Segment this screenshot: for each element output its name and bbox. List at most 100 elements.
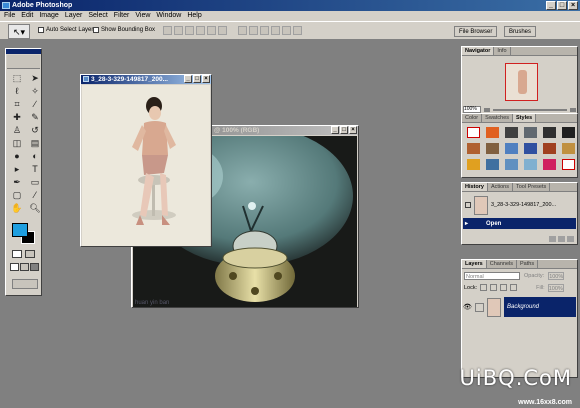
document-window-portrait[interactable]: 3_28-3-329-149817_200... _ □ × <box>80 74 212 247</box>
tab-history[interactable]: History <box>462 183 488 191</box>
tab-paths[interactable]: Paths <box>517 260 539 268</box>
layer-link-icon[interactable] <box>475 302 484 312</box>
tab-channels[interactable]: Channels <box>487 260 517 268</box>
zoom-tool-icon[interactable]: 🔍︎ <box>28 203 42 213</box>
history-brush-source-icon[interactable] <box>465 202 471 208</box>
lock-position-icon[interactable] <box>500 284 508 291</box>
eye-visibility-icon[interactable]: 👁︎ <box>463 303 472 312</box>
type-tool-icon[interactable]: T <box>28 164 42 174</box>
history-brush-tool-icon[interactable]: ↺ <box>28 125 42 135</box>
blur-tool-icon[interactable]: ● <box>10 151 24 161</box>
shape-tool-icon[interactable]: ▭ <box>28 177 42 187</box>
align-buttons[interactable] <box>163 26 227 35</box>
navigator-thumbnail[interactable] <box>505 63 538 101</box>
menu-view[interactable]: View <box>135 11 150 21</box>
marquee-tool-icon[interactable]: ⬚ <box>10 73 24 83</box>
menu-layer[interactable]: Layer <box>65 11 83 21</box>
style-swatch[interactable] <box>486 127 499 138</box>
new-snapshot-icon[interactable] <box>558 236 565 242</box>
crop-tool-icon[interactable]: ⌗ <box>10 99 24 109</box>
lock-transparent-icon[interactable] <box>480 284 488 291</box>
style-swatch[interactable] <box>543 159 556 170</box>
auto-select-layer-checkbox[interactable]: Auto Select Layer <box>38 27 93 33</box>
zoom-slider[interactable] <box>493 108 567 111</box>
gradient-tool-icon[interactable]: ▤ <box>28 138 42 148</box>
doc-minimize-button[interactable]: _ <box>331 126 339 134</box>
style-none[interactable] <box>467 127 480 138</box>
style-swatch[interactable] <box>524 143 537 154</box>
slice-tool-icon[interactable]: ∕ <box>28 99 42 109</box>
clone-stamp-tool-icon[interactable]: ♙ <box>10 125 24 135</box>
eraser-tool-icon[interactable]: ◫ <box>10 138 24 148</box>
lock-image-icon[interactable] <box>490 284 498 291</box>
new-document-icon[interactable] <box>549 236 556 242</box>
doc-close-button[interactable]: × <box>349 126 357 134</box>
tool-preset-picker[interactable]: ↖▾ <box>8 24 30 39</box>
lock-all-icon[interactable] <box>510 284 518 291</box>
brushes-tab[interactable]: Brushes <box>504 26 537 37</box>
tab-tool-presets[interactable]: Tool Presets <box>513 183 551 191</box>
file-browser-tab[interactable]: File Browser <box>454 26 498 37</box>
hand-tool-icon[interactable]: ✋ <box>10 203 24 213</box>
style-swatch[interactable] <box>467 159 480 170</box>
jump-to-imageready-icon[interactable] <box>12 279 38 289</box>
magic-wand-tool-icon[interactable]: ✧ <box>28 86 42 96</box>
layer-row-background[interactable]: 👁︎ Background <box>463 296 576 318</box>
minimize-button[interactable]: _ <box>546 1 556 10</box>
style-swatch[interactable] <box>543 127 556 138</box>
style-swatch[interactable] <box>505 127 518 138</box>
layer-name[interactable]: Background <box>504 297 576 317</box>
menu-filter[interactable]: Filter <box>114 11 130 21</box>
blend-mode-select[interactable]: Normal <box>464 272 520 280</box>
tab-info[interactable]: Info <box>494 47 511 55</box>
photoshop-logo-icon[interactable] <box>7 55 40 69</box>
style-swatch[interactable] <box>486 143 499 154</box>
brush-tool-icon[interactable]: ✎ <box>28 112 42 122</box>
close-button[interactable]: × <box>568 1 578 10</box>
style-swatch[interactable] <box>562 143 575 154</box>
style-swatch[interactable] <box>505 143 518 154</box>
doc-minimize-button[interactable]: _ <box>184 75 192 83</box>
opacity-input[interactable]: 100% <box>548 272 565 280</box>
menu-select[interactable]: Select <box>88 11 107 21</box>
portrait-canvas[interactable] <box>82 85 210 246</box>
menu-file[interactable]: File <box>4 11 15 21</box>
menu-edit[interactable]: Edit <box>21 11 33 21</box>
document-titlebar-active[interactable]: 3_28-3-329-149817_200... _ □ × <box>81 75 211 84</box>
style-swatch[interactable] <box>505 159 518 170</box>
dodge-tool-icon[interactable]: ◐ <box>28 151 42 161</box>
quick-mask-buttons[interactable] <box>12 250 38 259</box>
style-swatch[interactable] <box>562 127 575 138</box>
menu-window[interactable]: Window <box>156 11 181 21</box>
move-tool-icon[interactable]: ➤ <box>28 73 42 83</box>
zoom-input[interactable]: 100% <box>463 106 481 113</box>
style-swatch[interactable] <box>543 143 556 154</box>
maximize-button[interactable]: □ <box>557 1 567 10</box>
distribute-buttons[interactable] <box>238 26 302 35</box>
lasso-tool-icon[interactable]: ℓ <box>10 86 24 96</box>
tab-actions[interactable]: Actions <box>488 183 513 191</box>
show-bounding-box-checkbox[interactable]: Show Bounding Box <box>93 27 155 33</box>
style-swatch[interactable] <box>524 127 537 138</box>
pen-tool-icon[interactable]: ✒ <box>10 177 24 187</box>
menu-help[interactable]: Help <box>187 11 201 21</box>
fill-input[interactable]: 100% <box>547 284 564 292</box>
tab-navigator[interactable]: Navigator <box>462 47 495 55</box>
doc-maximize-button[interactable]: □ <box>193 75 201 83</box>
style-swatch[interactable] <box>467 143 480 154</box>
zoom-in-icon[interactable] <box>570 107 576 112</box>
style-swatch[interactable] <box>486 159 499 170</box>
history-snapshot-row[interactable]: 3_28-3-329-149817_200... <box>463 194 576 216</box>
tab-styles[interactable]: Styles <box>513 114 537 122</box>
style-swatch[interactable] <box>524 159 537 170</box>
tab-layers[interactable]: Layers <box>462 260 487 268</box>
notes-tool-icon[interactable]: ▢ <box>10 190 24 200</box>
tab-swatches[interactable]: Swatches <box>482 114 514 122</box>
screen-mode-buttons[interactable] <box>10 263 40 272</box>
doc-close-button[interactable]: × <box>202 75 210 83</box>
trash-icon[interactable] <box>567 236 574 242</box>
menu-image[interactable]: Image <box>39 11 58 21</box>
doc-maximize-button[interactable]: □ <box>340 126 348 134</box>
zoom-out-icon[interactable] <box>484 107 490 112</box>
foreground-color-swatch[interactable] <box>12 223 28 237</box>
